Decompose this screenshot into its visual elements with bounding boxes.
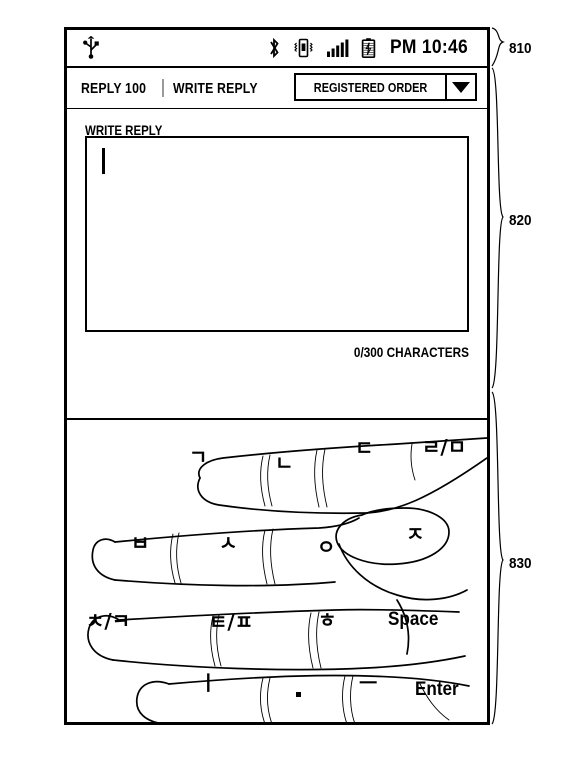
reference-numeral-830: 830 xyxy=(509,555,532,572)
signal-icon xyxy=(326,37,350,59)
key-nieun[interactable]: ㄴ xyxy=(275,453,293,473)
status-bar-clock: PM 10:46 xyxy=(390,37,469,58)
tab-write-reply[interactable]: WRITE REPLY xyxy=(173,80,258,97)
battery-icon xyxy=(361,37,376,59)
vibrate-icon xyxy=(292,37,315,59)
key-space[interactable]: Space xyxy=(388,610,438,629)
status-bar: PM 10:46 xyxy=(67,30,487,68)
key-vowel-arae-a[interactable] xyxy=(296,692,301,697)
reply-tab-bar: REPLY 100 WRITE REPLY REGISTERED ORDER xyxy=(67,68,487,109)
reply-section: REPLY 100 WRITE REPLY REGISTERED ORDER W… xyxy=(67,68,487,420)
usb-icon xyxy=(81,35,101,60)
key-tieut-pieup[interactable]: ㅌ/ㅍ xyxy=(209,612,253,632)
key-vowel-i[interactable]: ㅣ xyxy=(199,673,217,693)
bluetooth-icon xyxy=(267,37,281,59)
key-bieup[interactable]: ㅂ xyxy=(131,533,149,553)
sort-order-value: REGISTERED ORDER xyxy=(313,79,428,95)
tab-reply-count[interactable]: REPLY 100 xyxy=(81,80,146,97)
text-caret xyxy=(102,148,105,174)
device-screen-frame: PM 10:46 REPLY 100 WRITE REPLY REGISTERE… xyxy=(64,27,490,725)
reference-numeral-820: 820 xyxy=(509,212,532,229)
key-digeut[interactable]: ㄷ xyxy=(355,438,373,458)
key-enter[interactable]: Enter xyxy=(415,680,459,699)
key-vowel-eu[interactable]: ㅡ xyxy=(359,673,377,693)
key-chieut-kieuk[interactable]: ㅊ/ㅋ xyxy=(86,611,130,631)
character-counter: 0/300 CHARACTERS xyxy=(353,344,469,360)
chevron-down-icon[interactable] xyxy=(445,75,475,99)
compose-textarea[interactable] xyxy=(85,136,469,332)
key-giyeok[interactable]: ㄱ xyxy=(189,447,207,467)
key-ieung[interactable]: ㅇ xyxy=(317,537,335,557)
status-bar-left-icons xyxy=(81,35,101,60)
key-siot[interactable]: ㅅ xyxy=(219,533,237,553)
reference-numeral-810: 810 xyxy=(509,40,532,57)
sort-order-dropdown[interactable]: REGISTERED ORDER xyxy=(293,73,477,101)
hand-keyboard-section[interactable]: ㄱ ㄴ ㄷ ㄹ/ㅁ ㅈ ㅂ ㅅ ㅇ ㅊ/ㅋ ㅌ/ㅍ ㅎ Space ㅣ ㅡ En… xyxy=(67,420,487,722)
status-bar-right-icons: PM 10:46 xyxy=(267,37,475,59)
key-rieul-mieum[interactable]: ㄹ/ㅁ xyxy=(422,437,466,457)
key-jieut[interactable]: ㅈ xyxy=(406,524,424,544)
key-hieut[interactable]: ㅎ xyxy=(318,610,336,630)
tab-divider xyxy=(162,79,165,97)
